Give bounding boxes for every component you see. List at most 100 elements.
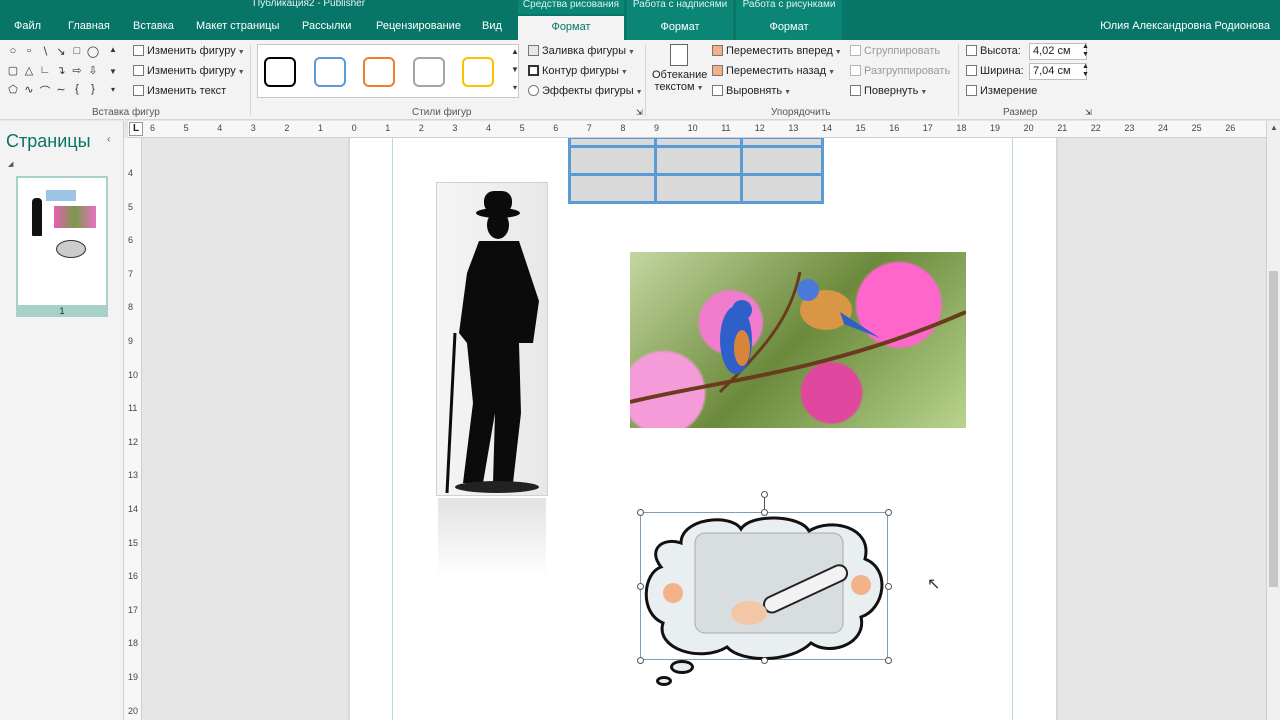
change-shape-button-2[interactable]: Изменить фигуру ▼ xyxy=(133,65,245,77)
line-shape-icon[interactable]: ∖ xyxy=(38,45,52,58)
resize-handle-bottom-left[interactable] xyxy=(637,657,644,664)
gallery-more-icon[interactable]: ▾ xyxy=(106,85,120,94)
tab-home[interactable]: Главная xyxy=(68,20,110,32)
rotate-button[interactable]: Повернуть ▼ xyxy=(850,85,927,97)
h-ruler-tick: 0 xyxy=(351,123,357,133)
paint-bucket-icon xyxy=(528,45,539,56)
thumb-silhouette xyxy=(32,198,42,236)
send-backward-button[interactable]: Переместить назад ▼ xyxy=(712,65,835,77)
expand-triangle-icon[interactable]: ◢ xyxy=(8,160,13,168)
size-dialog-launcher-icon[interactable]: ⇲ xyxy=(1085,108,1092,117)
measure-button[interactable]: Измерение xyxy=(966,85,1037,97)
tab-insert[interactable]: Вставка xyxy=(133,20,174,32)
shapes-gallery[interactable]: ○ ▫ ∖ ↘ □ ◯ ▢ △ ∟ ↴ ⇨ ⇩ ⬠ ∿ ⌒ ∼ { } ▲ ▼ … xyxy=(6,45,118,100)
shape-style-swatch-3[interactable] xyxy=(363,57,395,87)
right-arrow-shape-icon[interactable]: ⇨ xyxy=(70,64,84,77)
curve-shape-icon[interactable]: ∿ xyxy=(22,83,36,96)
workspace[interactable]: ↖ xyxy=(142,138,1266,720)
cloud-callout-selection[interactable] xyxy=(637,491,892,664)
group-button[interactable]: Сгруппировать xyxy=(850,45,940,57)
wrap-text-button[interactable]: Обтекание текстом ▼ xyxy=(652,44,707,104)
right-brace-shape-icon[interactable]: } xyxy=(86,83,100,95)
textbox-shape-icon[interactable]: ▫ xyxy=(22,45,36,57)
tab-mailings[interactable]: Рассылки xyxy=(302,20,351,32)
shape-styles-gallery[interactable]: ▲ ▼ ▾ xyxy=(257,44,519,98)
arrow-line-shape-icon[interactable]: ↘ xyxy=(54,45,68,58)
gallery-down-icon[interactable]: ▼ xyxy=(106,67,120,76)
ribbon-separator xyxy=(958,44,959,116)
edit-text-button[interactable]: Изменить текст xyxy=(133,85,226,97)
tab-format-textbox[interactable]: Формат xyxy=(627,14,733,40)
shape-fill-button[interactable]: Заливка фигуры ▼ xyxy=(528,45,635,57)
elbow-connector-shape-icon[interactable]: ∟ xyxy=(38,64,52,76)
rounded-rectangle-shape-icon[interactable]: ▢ xyxy=(6,64,20,77)
rectangle-shape-icon[interactable]: □ xyxy=(70,45,84,57)
shape-style-swatch-1[interactable] xyxy=(264,57,296,87)
vertical-scrollbar[interactable]: ▲ xyxy=(1266,121,1280,720)
resize-handle-top[interactable] xyxy=(761,509,768,516)
arc-shape-icon[interactable]: ⌒ xyxy=(38,83,52,99)
styles-up-icon[interactable]: ▲ xyxy=(508,47,522,56)
resize-handle-left[interactable] xyxy=(637,583,644,590)
h-ruler-tick: 1 xyxy=(318,123,324,133)
tab-format-picture[interactable]: Формат xyxy=(736,14,842,40)
birds-picture[interactable] xyxy=(629,252,967,428)
tab-file[interactable]: Файл xyxy=(14,20,41,32)
bring-forward-button[interactable]: Переместить вперед ▼ xyxy=(712,45,842,57)
shape-outline-button[interactable]: Контур фигуры ▼ xyxy=(528,65,628,77)
tab-review[interactable]: Рецензирование xyxy=(376,20,461,32)
scroll-up-icon[interactable]: ▲ xyxy=(1270,123,1278,132)
vertical-ruler[interactable]: 4 5 6 7 8 9 10 11 12 13 14 15 16 17 18 19 20 xyxy=(124,138,142,720)
resize-handle-bottom[interactable] xyxy=(761,657,768,664)
change-shape-button-1[interactable]: Изменить фигуру ▼ xyxy=(133,45,245,57)
resize-handle-bottom-right[interactable] xyxy=(885,657,892,664)
gallery-up-icon[interactable]: ▲ xyxy=(106,45,120,54)
user-name[interactable]: Юлия Александровна Родионова xyxy=(1100,20,1270,32)
pages-panel: Страницы ‹ ◢ 1 xyxy=(0,121,124,720)
group-icon xyxy=(850,45,861,56)
shape-style-swatch-5[interactable] xyxy=(462,57,494,87)
styles-more-icon[interactable]: ▾ xyxy=(508,83,522,92)
width-input[interactable]: 7,04 см xyxy=(1029,63,1087,80)
width-spinner-icon[interactable]: ▲ ▼ xyxy=(1082,63,1089,79)
triangle-shape-icon[interactable]: △ xyxy=(22,64,36,77)
publication-page[interactable] xyxy=(350,138,1056,720)
resize-handle-right[interactable] xyxy=(885,583,892,590)
tab-view[interactable]: Вид xyxy=(482,20,502,32)
thumb-birds-picture xyxy=(54,206,96,228)
resize-handle-top-right[interactable] xyxy=(885,509,892,516)
dialog-launcher-icon[interactable]: ⇲ xyxy=(636,108,643,117)
tab-page-design[interactable]: Макет страницы xyxy=(196,20,279,32)
connector-shape-icon[interactable]: ↴ xyxy=(54,64,68,77)
callout-shape-icon[interactable]: ○ xyxy=(6,45,20,57)
ungroup-button[interactable]: Разгруппировать xyxy=(850,65,950,77)
h-ruler-tick: 12 xyxy=(754,123,765,133)
align-button[interactable]: Выровнять ▼ xyxy=(712,85,791,97)
table[interactable] xyxy=(568,138,824,204)
left-brace-shape-icon[interactable]: { xyxy=(70,83,84,95)
scroll-thumb[interactable] xyxy=(1269,271,1278,587)
shape-style-swatch-2[interactable] xyxy=(314,57,346,87)
collapse-panel-icon[interactable]: ‹ xyxy=(107,134,110,145)
edit-text-icon xyxy=(133,85,144,96)
rotation-handle[interactable] xyxy=(761,491,768,498)
tab-selector[interactable]: L xyxy=(129,122,143,136)
resize-handle-top-left[interactable] xyxy=(637,509,644,516)
margin-guide-left xyxy=(392,138,393,720)
wave-shape-icon[interactable]: ∼ xyxy=(54,83,68,96)
horizontal-ruler[interactable]: L 6 5 4 3 2 1 0 1 2 3 4 5 6 7 8 9 10 11 12 13 14 15 16 17 18 19 20… xyxy=(128,121,1280,138)
oval-shape-icon[interactable]: ◯ xyxy=(86,45,100,58)
down-arrow-shape-icon[interactable]: ⇩ xyxy=(86,64,100,77)
height-input[interactable]: 4,02 см xyxy=(1029,43,1087,60)
ribbon-tabs: Файл Главная Вставка Макет страницы Расс… xyxy=(0,14,1280,40)
pentagon-shape-icon[interactable]: ⬠ xyxy=(6,83,20,96)
height-spinner-icon[interactable]: ▲ ▼ xyxy=(1082,43,1089,59)
shape-style-swatch-4[interactable] xyxy=(413,57,445,87)
styles-down-icon[interactable]: ▼ xyxy=(508,65,522,74)
h-ruler-tick: 24 xyxy=(1158,123,1169,133)
silhouette-picture[interactable] xyxy=(436,182,548,496)
tab-format-drawing[interactable]: Формат xyxy=(518,16,624,40)
cloud-callout-icon xyxy=(644,516,884,660)
page-thumbnail[interactable] xyxy=(16,176,108,316)
shape-effects-button[interactable]: Эффекты фигуры ▼ xyxy=(528,85,643,97)
